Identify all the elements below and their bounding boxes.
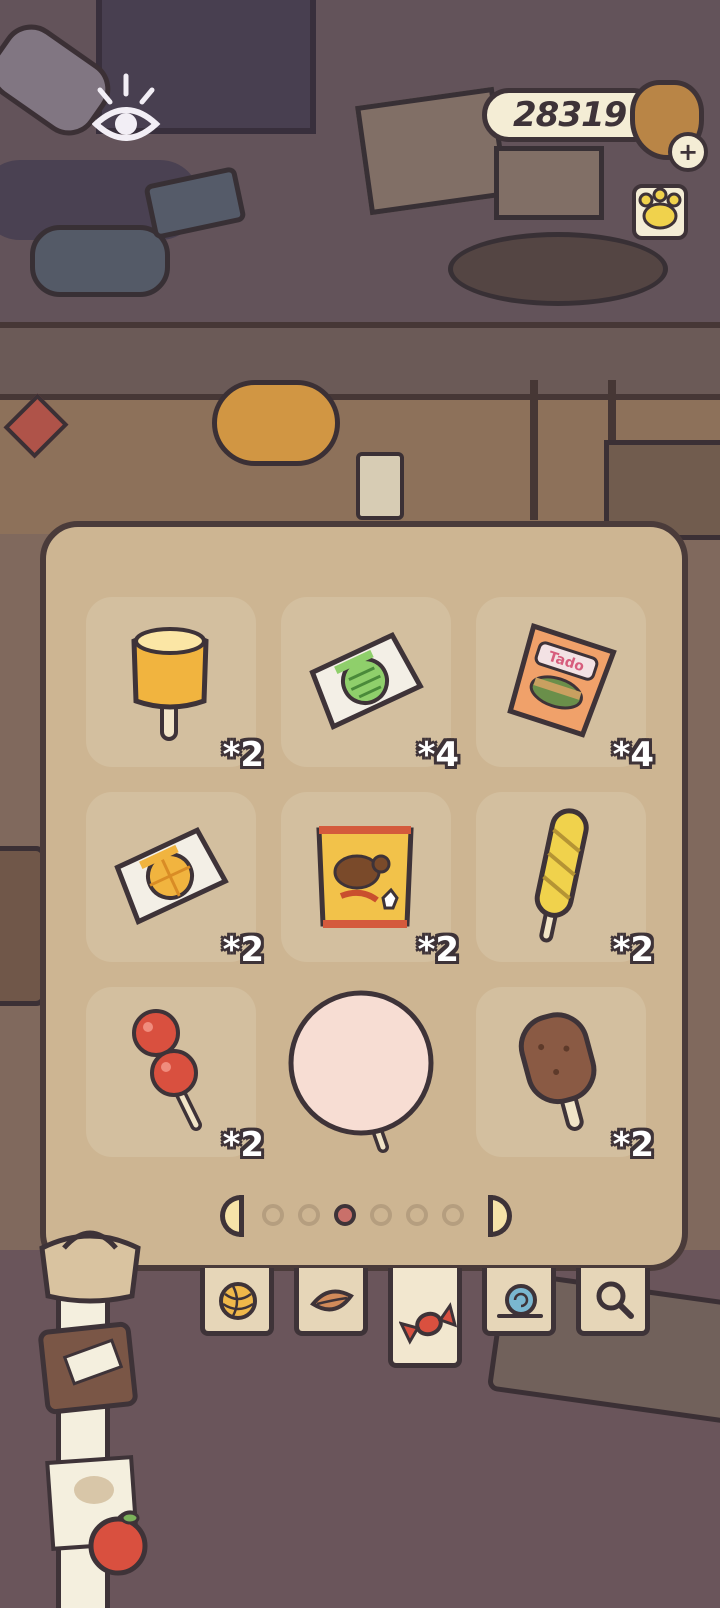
page-dot-1[interactable] [262, 1204, 284, 1226]
item-quantity: *2 [222, 930, 264, 970]
item-slot-twisted-bread-stick[interactable]: *2 [476, 792, 654, 970]
item-quantity: *2 [612, 930, 654, 970]
page-dot-5[interactable] [406, 1204, 428, 1226]
inventory-panel: *2 *4 Tado *4 *2 *2 *2 *2 *2 [40, 521, 688, 1271]
page-dot-4[interactable] [370, 1204, 392, 1226]
item-slot-gummy-snack-pack[interactable]: Tado *4 [476, 597, 654, 775]
item-quantity: *2 [612, 1125, 654, 1165]
apple-icon[interactable] [82, 1506, 154, 1576]
item-quantity: *4 [417, 735, 459, 775]
tab-leaf[interactable] [294, 1268, 368, 1336]
item-slot-chocolate-ice-cream-bar[interactable]: *2 [476, 987, 654, 1165]
snail-icon [497, 1284, 543, 1318]
add-currency-button[interactable]: + [668, 132, 708, 172]
item-slot-pudding-popsicle[interactable]: *2 [86, 597, 264, 775]
prev-page-button[interactable] [220, 1195, 244, 1237]
item-quantity: *2 [222, 1125, 264, 1165]
item-slot-chips-bag[interactable]: *2 [281, 792, 459, 970]
bag-icon[interactable] [34, 1218, 146, 1304]
currency-value: 28319 [513, 95, 627, 135]
item-slot-orange-candy[interactable]: *2 [86, 792, 264, 970]
paw-icon[interactable] [628, 180, 692, 244]
leaf-icon [310, 1289, 354, 1312]
tab-candy[interactable] [388, 1268, 462, 1368]
page-indicator [216, 1195, 516, 1241]
journal-icon[interactable] [38, 1318, 140, 1418]
item-slot-melon-candy[interactable]: *4 [281, 597, 459, 775]
next-page-button[interactable] [488, 1195, 512, 1237]
item-slot-peach-lollipop[interactable] [281, 987, 451, 1157]
item-quantity: *4 [612, 735, 654, 775]
tab-yarn[interactable] [200, 1268, 274, 1336]
yarn-ball-icon [219, 1282, 257, 1320]
page-dot-6[interactable] [442, 1204, 464, 1226]
item-quantity: *2 [417, 930, 459, 970]
page-dot-3[interactable] [334, 1204, 356, 1226]
plus-icon: + [677, 138, 699, 166]
item-slot-candied-hawthorn[interactable]: *2 [86, 987, 264, 1165]
item-quantity: *2 [222, 735, 264, 775]
candy-icon [399, 1302, 458, 1345]
peach-lollipop-icon [288, 990, 434, 1153]
page-dot-2[interactable] [298, 1204, 320, 1226]
tab-magnifier[interactable] [576, 1268, 650, 1336]
tab-snail[interactable] [482, 1268, 556, 1336]
magnifier-icon [596, 1281, 634, 1319]
eye-icon[interactable] [91, 72, 162, 152]
